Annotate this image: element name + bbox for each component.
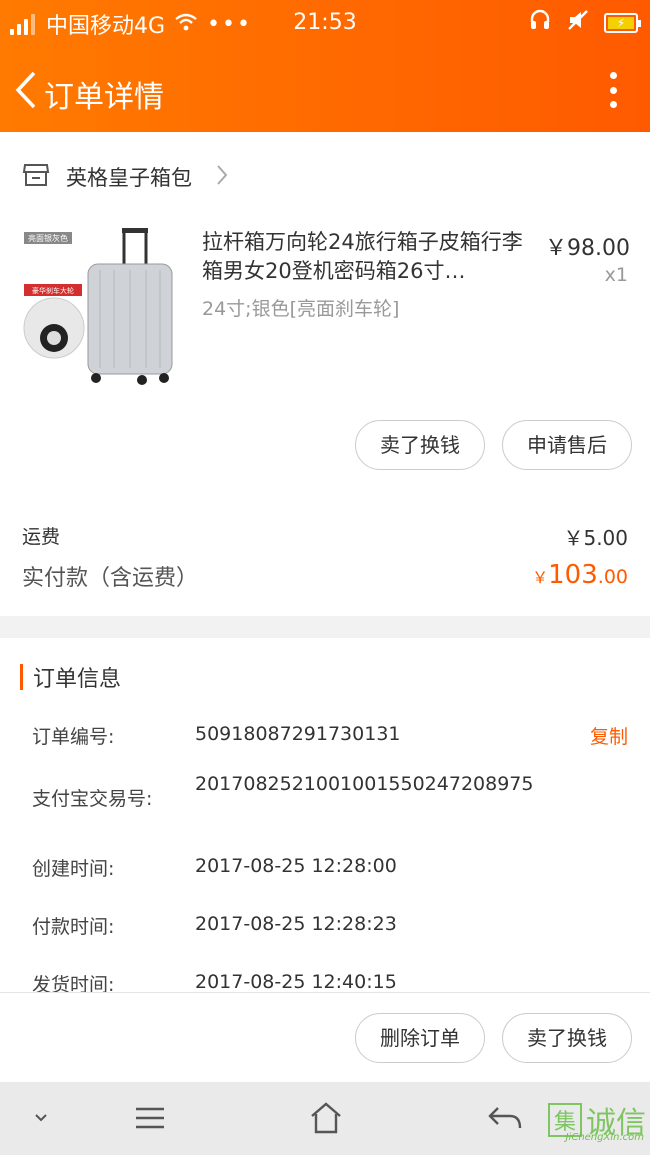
paid-decimal: .00 (597, 566, 628, 588)
order-number-label: 订单编号: (32, 726, 115, 748)
order-info-title: 订单信息 (33, 667, 122, 692)
order-number-value: 50918087291730131 (195, 723, 401, 745)
delete-order-button[interactable]: 删除订单 (355, 1013, 485, 1063)
image-tag-text: 亮面银灰色 (28, 233, 68, 243)
product-spec: 24寸;银色[亮面刹车轮] (202, 298, 400, 320)
paid-time-label: 付款时间: (32, 916, 115, 938)
shop-row[interactable]: 英格皇子箱包 (0, 132, 650, 218)
bottom-action-bar: 删除订单 卖了换钱 (0, 992, 650, 1082)
alipay-trade-number-value: 2017082521001001550247208975 (195, 773, 534, 795)
system-nav-bar: 集诚信 JiChengXin.com (0, 1082, 650, 1155)
order-info-header: 订单信息 (20, 664, 122, 692)
shop-icon (22, 162, 50, 188)
app-header-background: 中国移动4G ••• 21:53 ⚡ 订单详情 (0, 0, 650, 132)
battery-icon: ⚡ (604, 13, 641, 33)
product-price: ￥98.00 (545, 236, 630, 261)
order-card: 英格皇子箱包 亮面银灰色 豪华刹车大轮 拉杆箱万向轮24旅行箱子皮箱行李箱男女2… (0, 132, 650, 616)
paid-amount: ￥103.00 (532, 560, 628, 590)
order-info-section: 订单信息 订单编号: 50918087291730131 复制 支付宝交易号: … (0, 638, 650, 992)
image-badge-text: 豪华刹车大轮 (32, 286, 74, 295)
page-title: 订单详情 (44, 80, 164, 115)
section-accent-bar (20, 664, 23, 690)
paid-integer: 103 (548, 560, 598, 590)
after-sale-button[interactable]: 申请售后 (502, 420, 632, 470)
paid-currency: ￥ (532, 568, 549, 587)
shipped-time-label: 发货时间: (32, 974, 115, 992)
nav-back-icon[interactable] (486, 1100, 526, 1136)
more-vertical-icon[interactable] (608, 72, 618, 108)
sell-for-cash-bottom-button[interactable]: 卖了换钱 (502, 1013, 632, 1063)
alipay-trade-number-label: 支付宝交易号: (32, 788, 153, 810)
shipped-time-value: 2017-08-25 12:40:15 (195, 971, 397, 992)
shop-name: 英格皇子箱包 (66, 166, 192, 190)
paid-time-value: 2017-08-25 12:28:23 (195, 913, 397, 935)
product-image[interactable]: 亮面银灰色 豪华刹车大轮 (22, 228, 180, 388)
created-time-value: 2017-08-25 12:28:00 (195, 855, 397, 877)
nav-menu-icon[interactable] (130, 1100, 170, 1136)
title-bar: 订单详情 (0, 46, 650, 132)
nav-down-icon[interactable] (22, 1100, 62, 1136)
chevron-right-icon (214, 162, 230, 188)
product-quantity: x1 (604, 264, 628, 286)
paid-label: 实付款（含运费） (22, 566, 199, 591)
status-bar: 中国移动4G ••• 21:53 ⚡ (0, 0, 650, 46)
created-time-label: 创建时间: (32, 858, 115, 880)
shipping-label: 运费 (22, 526, 61, 548)
mute-icon (566, 8, 590, 38)
sell-for-cash-button[interactable]: 卖了换钱 (355, 420, 485, 470)
back-arrow-icon[interactable] (12, 70, 40, 110)
nav-home-icon[interactable] (306, 1100, 346, 1136)
watermark-site: JiChengXin.com (565, 1132, 644, 1143)
headset-icon (528, 8, 552, 38)
status-right: ⚡ (528, 8, 641, 38)
copy-order-number-button[interactable]: 复制 (590, 722, 628, 749)
product-title[interactable]: 拉杆箱万向轮24旅行箱子皮箱行李箱男女20登机密码箱26寸… (202, 228, 538, 286)
shipping-value: ￥5.00 (563, 526, 628, 550)
